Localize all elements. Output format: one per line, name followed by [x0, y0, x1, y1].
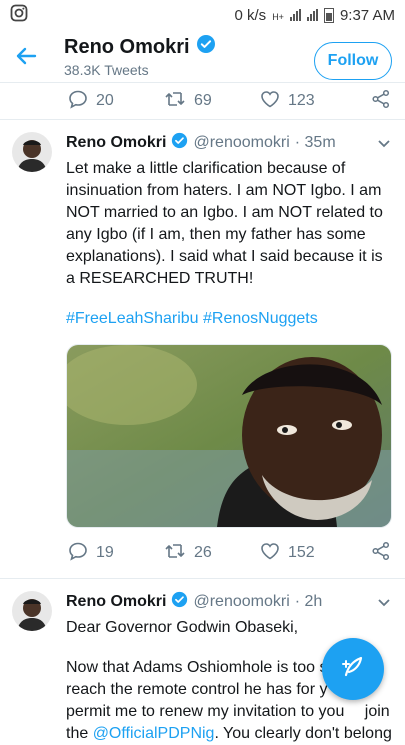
reply-button[interactable]: 19	[68, 541, 164, 566]
verified-badge-icon	[171, 591, 188, 613]
instagram-icon	[10, 4, 28, 26]
network-type: H+	[272, 11, 284, 22]
avatar[interactable]	[12, 591, 52, 631]
retweet-icon	[164, 542, 186, 565]
reply-count: 19	[96, 544, 114, 561]
clock: 9:37 AM	[339, 6, 395, 24]
back-arrow-icon[interactable]	[10, 40, 42, 72]
tweet-greeting: Dear Governor Godwin Obaseki,	[66, 619, 299, 636]
retweet-count: 69	[194, 92, 212, 109]
tweet[interactable]: Reno Omokri @renoomokri · 35m Let make a…	[0, 120, 405, 528]
tweet-time: · 35m	[294, 134, 336, 151]
like-button[interactable]: 152	[260, 542, 356, 565]
avatar[interactable]	[12, 132, 52, 172]
heart-icon	[260, 542, 280, 565]
share-icon	[371, 541, 391, 566]
tweet-text-line: the	[66, 725, 93, 742]
reply-count: 20	[96, 92, 114, 109]
mention-link[interactable]: @OfficialPDPNig	[93, 725, 215, 742]
verified-badge-icon	[171, 132, 188, 154]
tweet-handle: @renoomokri	[193, 134, 290, 151]
tweet-text: Let make a little clarification because …	[66, 160, 383, 287]
tweet-hashtags[interactable]: #FreeLeahSharibu #RenosNuggets	[66, 310, 393, 328]
tweet-author-name[interactable]: Reno Omokri	[66, 593, 166, 611]
retweet-icon	[164, 90, 186, 113]
tweet-time: · 2h	[294, 593, 323, 610]
reply-icon	[68, 89, 88, 114]
status-bar: 0 k/s H+ 9:37 AM	[0, 0, 405, 30]
reply-button[interactable]: 20	[68, 89, 164, 114]
tweet-count: 38.3K Tweets	[64, 62, 149, 78]
tweet-handle: @renoomokri	[193, 593, 290, 610]
tweet-actions: 19 26 152	[0, 528, 405, 578]
battery-icon	[323, 7, 334, 23]
tweet-photo[interactable]	[66, 344, 392, 528]
retweet-button[interactable]: 26	[164, 542, 260, 565]
tweet-author-name[interactable]: Reno Omokri	[66, 134, 166, 152]
tweet-text-line: join	[364, 703, 390, 720]
compose-tweet-button[interactable]	[322, 638, 384, 700]
profile-name: Reno Omokri	[64, 35, 190, 58]
like-button[interactable]: 123	[260, 90, 356, 113]
chevron-down-icon[interactable]	[377, 136, 391, 154]
chevron-down-icon[interactable]	[377, 595, 391, 613]
retweet-button[interactable]: 69	[164, 90, 260, 113]
follow-button[interactable]: Follow	[314, 42, 392, 80]
signal-icon	[289, 9, 301, 21]
tweet-text-line: . You clearly don't belong	[214, 725, 392, 742]
share-button[interactable]	[371, 541, 391, 566]
tweet-text-line: permit me to renew my invitation to you	[66, 703, 345, 720]
retweet-count: 26	[194, 544, 212, 561]
prev-tweet-actions: 20 69 123	[0, 83, 405, 119]
verified-badge-icon	[196, 34, 216, 60]
heart-icon	[260, 90, 280, 113]
reply-icon	[68, 541, 88, 566]
network-speed: 0 k/s	[234, 6, 267, 24]
signal-icon-2	[306, 9, 318, 21]
like-count: 152	[288, 544, 315, 561]
profile-header: Reno Omokri 38.3K Tweets Follow	[0, 30, 405, 83]
share-icon	[371, 89, 391, 114]
share-button[interactable]	[371, 89, 391, 114]
like-count: 123	[288, 92, 315, 109]
compose-feather-icon	[340, 654, 366, 685]
